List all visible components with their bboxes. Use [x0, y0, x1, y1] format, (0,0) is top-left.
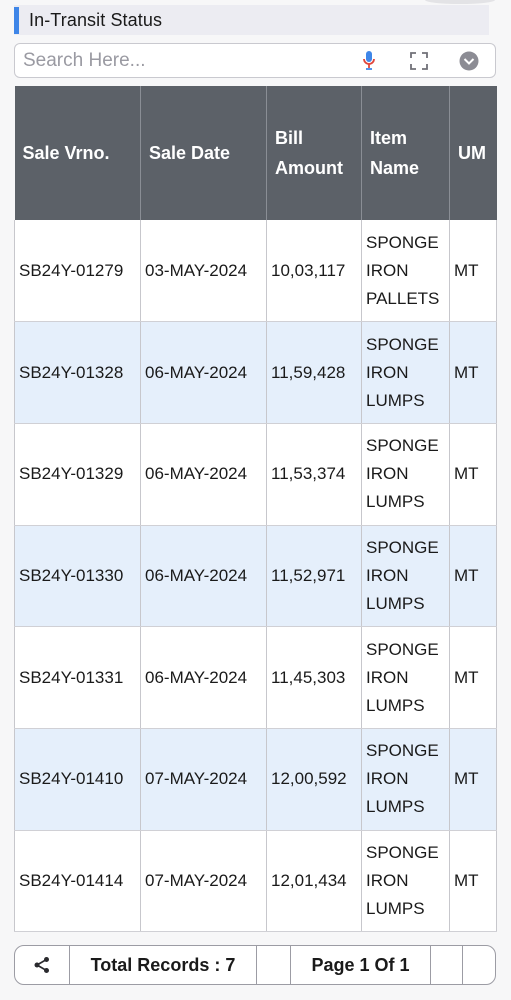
cell-sale-vrno: SB24Y-01328	[14, 321, 141, 424]
section-header: In-Transit Status	[14, 5, 489, 35]
cell-bill-amount: 11,45,303	[266, 626, 362, 729]
cell-sale-date: 06-MAY-2024	[140, 525, 267, 628]
cell-um: MT	[449, 830, 497, 933]
top-shadow	[425, 0, 495, 4]
cell-item-name: SPONGE IRON LUMPS	[361, 321, 450, 424]
previous-page-button[interactable]	[257, 946, 291, 984]
page-indicator: Page 1 Of 1	[291, 946, 431, 984]
cell-sale-vrno: SB24Y-01410	[14, 728, 141, 831]
column-header-bill-amount[interactable]: Bill Amount	[266, 86, 362, 220]
share-button[interactable]	[15, 946, 70, 984]
cell-item-name: SPONGE IRON LUMPS	[361, 626, 450, 729]
cell-bill-amount: 11,52,971	[266, 525, 362, 628]
cell-bill-amount: 11,53,374	[266, 423, 362, 526]
cell-um: MT	[449, 423, 497, 526]
column-header-um[interactable]: UM	[449, 86, 497, 220]
cell-item-name: SPONGE IRON PALLETS	[361, 220, 450, 323]
table-row[interactable]: SB24Y-01331 06-MAY-2024 11,45,303 SPONGE…	[14, 626, 497, 729]
mic-icon[interactable]	[357, 49, 381, 73]
table-row[interactable]: SB24Y-01414 07-MAY-2024 12,01,434 SPONGE…	[14, 830, 497, 933]
table-row[interactable]: SB24Y-01410 07-MAY-2024 12,00,592 SPONGE…	[14, 728, 497, 831]
title-accent-bar	[14, 6, 19, 34]
last-page-button[interactable]	[463, 946, 495, 984]
cell-um: MT	[449, 728, 497, 831]
pagination-footer: Total Records : 7 Page 1 Of 1	[14, 945, 496, 985]
cell-bill-amount: 11,59,428	[266, 321, 362, 424]
table-row[interactable]: SB24Y-01330 06-MAY-2024 11,52,971 SPONGE…	[14, 525, 497, 628]
cell-item-name: SPONGE IRON LUMPS	[361, 830, 450, 933]
cell-um: MT	[449, 525, 497, 628]
cell-sale-vrno: SB24Y-01330	[14, 525, 141, 628]
cell-item-name: SPONGE IRON LUMPS	[361, 728, 450, 831]
in-transit-table: Sale Vrno. Sale Date Bill Amount Item Na…	[14, 86, 497, 933]
total-records-label: Total Records : 7	[70, 946, 257, 984]
page-title: In-Transit Status	[29, 9, 163, 30]
cell-bill-amount: 12,00,592	[266, 728, 362, 831]
search-bar	[14, 43, 496, 78]
cell-um: MT	[449, 321, 497, 424]
cell-bill-amount: 12,01,434	[266, 830, 362, 933]
cell-sale-date: 07-MAY-2024	[140, 728, 267, 831]
cell-item-name: SPONGE IRON LUMPS	[361, 423, 450, 526]
chevron-down-icon[interactable]	[457, 49, 481, 73]
next-page-button[interactable]	[431, 946, 463, 984]
cell-sale-date: 03-MAY-2024	[140, 220, 267, 323]
cell-sale-vrno: SB24Y-01279	[14, 220, 141, 323]
expand-icon[interactable]	[407, 49, 431, 73]
cell-item-name: SPONGE IRON LUMPS	[361, 525, 450, 628]
cell-sale-vrno: SB24Y-01414	[14, 830, 141, 933]
cell-um: MT	[449, 626, 497, 729]
table-row[interactable]: SB24Y-01328 06-MAY-2024 11,59,428 SPONGE…	[14, 321, 497, 424]
column-header-item-name[interactable]: Item Name	[361, 86, 450, 220]
cell-um: MT	[449, 220, 497, 323]
cell-sale-vrno: SB24Y-01331	[14, 626, 141, 729]
column-header-sale-vrno[interactable]: Sale Vrno.	[14, 86, 141, 220]
column-header-sale-date[interactable]: Sale Date	[140, 86, 267, 220]
table-row[interactable]: SB24Y-01279 03-MAY-2024 10,03,117 SPONGE…	[14, 220, 497, 323]
cell-bill-amount: 10,03,117	[266, 220, 362, 323]
cell-sale-date: 06-MAY-2024	[140, 321, 267, 424]
search-input[interactable]	[23, 45, 357, 76]
cell-sale-date: 06-MAY-2024	[140, 626, 267, 729]
cell-sale-date: 06-MAY-2024	[140, 423, 267, 526]
table-row[interactable]: SB24Y-01329 06-MAY-2024 11,53,374 SPONGE…	[14, 423, 497, 526]
share-icon	[34, 957, 49, 973]
cell-sale-vrno: SB24Y-01329	[14, 423, 141, 526]
cell-sale-date: 07-MAY-2024	[140, 830, 267, 933]
table-header-row: Sale Vrno. Sale Date Bill Amount Item Na…	[14, 86, 497, 220]
